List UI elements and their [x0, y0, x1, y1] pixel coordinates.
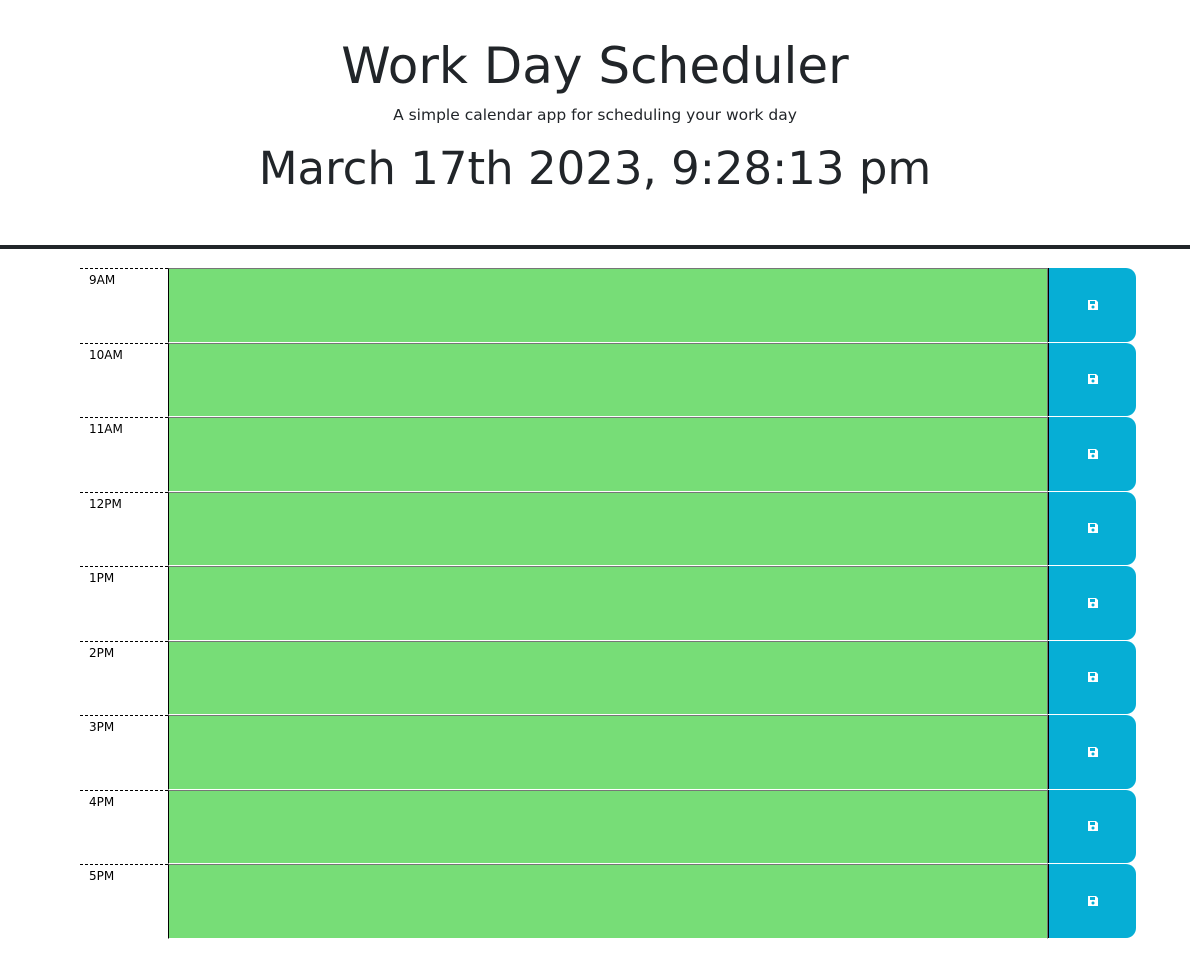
- time-block-4pm: 4PM: [80, 789, 1136, 865]
- description-input[interactable]: [168, 342, 1048, 417]
- time-block-9am: 9AM: [80, 268, 1136, 343]
- description-input[interactable]: [168, 640, 1048, 715]
- hour-label: 3PM: [80, 715, 168, 790]
- time-block-5pm: 5PM: [80, 864, 1136, 939]
- time-block-1pm: 1PM: [80, 566, 1136, 641]
- save-button[interactable]: [1048, 640, 1136, 714]
- hour-label: 1PM: [80, 566, 168, 641]
- description-input[interactable]: [168, 566, 1048, 641]
- description-input[interactable]: [168, 715, 1048, 790]
- page-title: Work Day Scheduler: [341, 37, 849, 95]
- hour-label: 12PM: [80, 491, 168, 567]
- current-day: March 17th 2023, 9:28:13 pm: [258, 142, 932, 195]
- save-icon: [1087, 820, 1099, 832]
- hour-label: 5PM: [80, 864, 168, 939]
- save-button[interactable]: [1048, 789, 1136, 863]
- header-jumbotron: Work Day Scheduler A simple calendar app…: [0, 0, 1190, 249]
- save-icon: [1087, 746, 1099, 758]
- save-button[interactable]: [1048, 864, 1136, 938]
- hour-label: 11AM: [80, 417, 168, 492]
- save-icon: [1087, 895, 1099, 907]
- time-block-3pm: 3PM: [80, 715, 1136, 790]
- save-button[interactable]: [1048, 715, 1136, 789]
- save-button[interactable]: [1048, 491, 1136, 565]
- save-icon: [1087, 671, 1099, 683]
- hour-label: 4PM: [80, 789, 168, 865]
- save-button[interactable]: [1048, 342, 1136, 416]
- time-block-list: 9AM 10AM 11AM 12PM 1PM 2PM 3PM 4PM 5PM: [80, 268, 1136, 939]
- description-input[interactable]: [168, 491, 1048, 566]
- save-button[interactable]: [1048, 566, 1136, 640]
- save-icon: [1087, 448, 1099, 460]
- hour-label: 2PM: [80, 640, 168, 716]
- time-block-10am: 10AM: [80, 342, 1136, 418]
- page-subtitle: A simple calendar app for scheduling you…: [393, 106, 797, 124]
- description-input[interactable]: [168, 789, 1048, 864]
- time-block-2pm: 2PM: [80, 640, 1136, 716]
- save-icon: [1087, 299, 1099, 311]
- save-icon: [1087, 373, 1099, 385]
- hour-label: 10AM: [80, 342, 168, 418]
- save-button[interactable]: [1048, 417, 1136, 491]
- save-icon: [1087, 522, 1099, 534]
- description-input[interactable]: [168, 268, 1048, 343]
- time-block-11am: 11AM: [80, 417, 1136, 492]
- time-block-12pm: 12PM: [80, 491, 1136, 567]
- hour-label: 9AM: [80, 268, 168, 343]
- description-input[interactable]: [168, 864, 1048, 939]
- save-icon: [1087, 597, 1099, 609]
- save-button[interactable]: [1048, 268, 1136, 342]
- description-input[interactable]: [168, 417, 1048, 492]
